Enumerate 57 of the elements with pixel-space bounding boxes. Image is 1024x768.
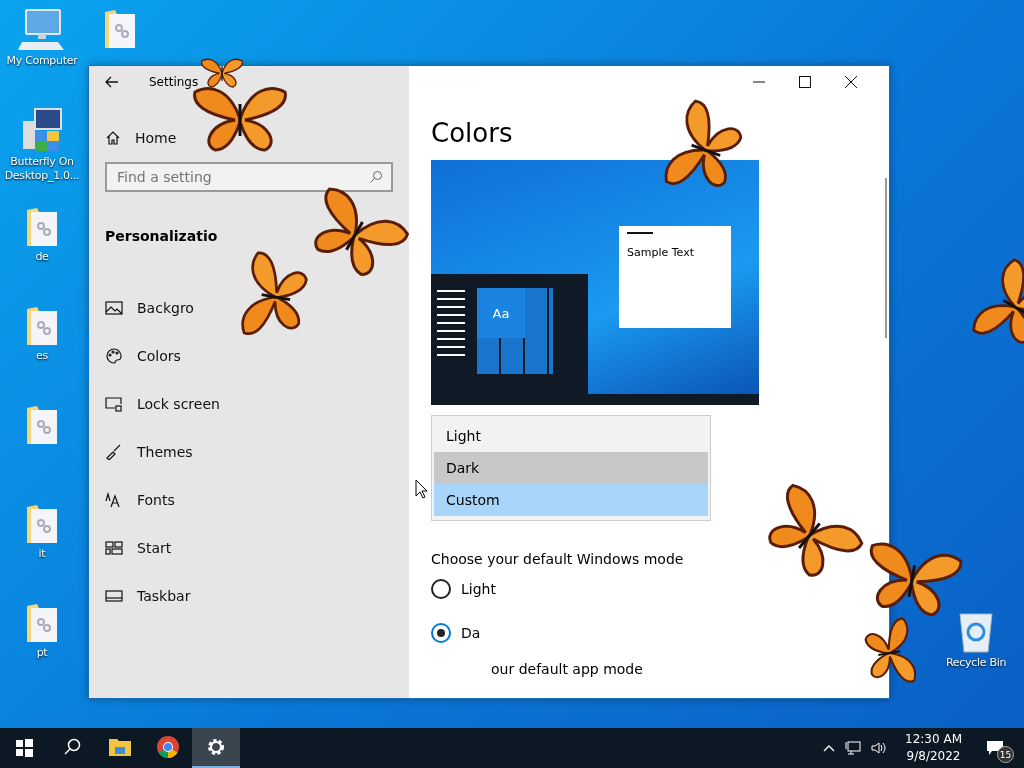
search-icon	[369, 170, 383, 184]
maximize-icon[interactable]	[799, 76, 811, 88]
close-icon[interactable]	[845, 76, 857, 88]
sidebar-item[interactable]: Lock screen	[86, 380, 409, 428]
browser-icon	[156, 735, 180, 759]
desktop-icon-label[interactable]: it	[38, 547, 46, 562]
dropdown-option[interactable]: Custom	[434, 484, 708, 516]
dropdown-option[interactable]: Dark	[434, 452, 708, 484]
volume-icon[interactable]	[871, 741, 888, 755]
radio-option[interactable]: Da	[431, 611, 867, 655]
taskbar-icon	[105, 588, 123, 604]
folder-icon[interactable]	[103, 8, 137, 50]
time-text: 12:30 AM	[905, 731, 962, 748]
preview-tile: Aa	[477, 288, 525, 338]
clock[interactable]: 12:30 AM 9/8/2022	[897, 731, 970, 765]
mode-label: Choose your default Windows mode	[431, 551, 685, 567]
lock-screen-icon	[105, 396, 123, 412]
notification-count: 15	[997, 746, 1014, 763]
palette-icon	[105, 348, 123, 364]
brush-icon	[105, 444, 123, 460]
network-icon[interactable]	[845, 741, 862, 755]
scrollbar[interactable]	[885, 178, 887, 338]
sidebar-item[interactable]: Backgro	[86, 284, 409, 332]
gear-icon	[205, 736, 227, 758]
dropdown-option[interactable]: Light	[434, 420, 708, 452]
folder-icon[interactable]	[25, 206, 59, 248]
sidebar-item[interactable]: Taskbar	[86, 572, 409, 620]
folder-icon[interactable]	[25, 305, 59, 347]
preview-text: Sample Text	[627, 246, 694, 259]
home-nav-item[interactable]: Home	[86, 114, 409, 162]
back-arrow-icon[interactable]	[105, 76, 119, 88]
radio-button[interactable]	[431, 579, 451, 599]
desktop-icon-label[interactable]: pt	[36, 646, 48, 661]
sidebar-item[interactable]: Start	[86, 524, 409, 572]
folder-icon	[108, 737, 132, 757]
radio-button[interactable]	[431, 623, 451, 643]
folder-icon[interactable]	[25, 602, 59, 644]
home-icon	[105, 130, 121, 146]
picture-icon	[105, 300, 123, 316]
recycle-bin-icon[interactable]	[956, 610, 996, 654]
mode-label: our default app mode	[490, 661, 644, 677]
mouse-pointer-icon	[415, 479, 427, 499]
window-title: Settings	[149, 75, 199, 89]
chevron-up-icon[interactable]	[823, 744, 836, 752]
date-text: 9/8/2022	[906, 748, 961, 765]
folder-icon[interactable]	[25, 404, 59, 446]
radio-option[interactable]: Light	[431, 567, 867, 611]
page-heading: Colors	[431, 118, 514, 148]
tiles-icon	[105, 540, 123, 556]
sidebar-item[interactable]: Themes	[86, 428, 409, 476]
sidebar-item[interactable]: Fonts	[86, 476, 409, 524]
desktop-icon-label[interactable]: Recycle Bin	[945, 656, 1007, 671]
folder-icon[interactable]	[25, 503, 59, 545]
section-heading: Personalizatio	[105, 228, 218, 244]
taskbar-button[interactable]	[192, 728, 240, 768]
font-icon	[105, 492, 123, 508]
search-field[interactable]: Find a setting	[105, 162, 393, 192]
